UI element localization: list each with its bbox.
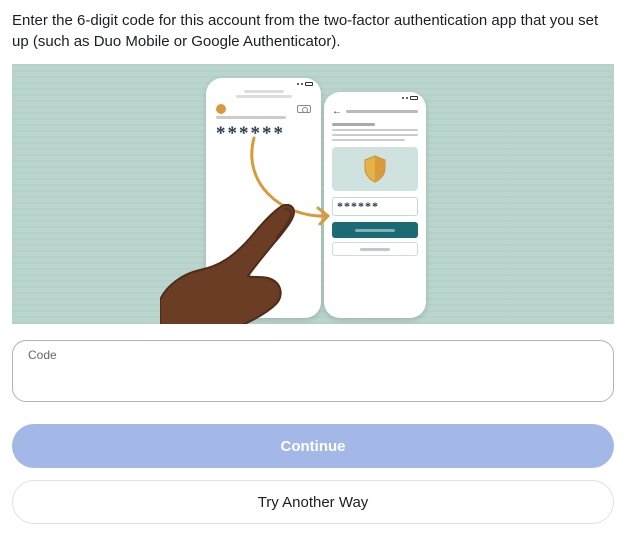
code-field-wrapper: Code [12,340,614,402]
illustration-phone-login: ← ****** [324,92,426,318]
hand-pointing-icon [160,204,330,324]
continue-button[interactable]: Continue [12,424,614,468]
auth-app-code-mask: ****** [206,123,321,145]
login-code-mask: ****** [332,197,418,216]
code-field-label: Code [28,348,57,362]
auth-illustration: ****** ← ****** [12,64,614,324]
code-input[interactable] [12,340,614,402]
instruction-text: Enter the 6-digit code for this account … [12,10,614,52]
back-arrow-icon: ← [332,106,342,117]
shield-icon [363,155,387,183]
key-icon [297,105,311,113]
try-another-way-button[interactable]: Try Another Way [12,480,614,524]
